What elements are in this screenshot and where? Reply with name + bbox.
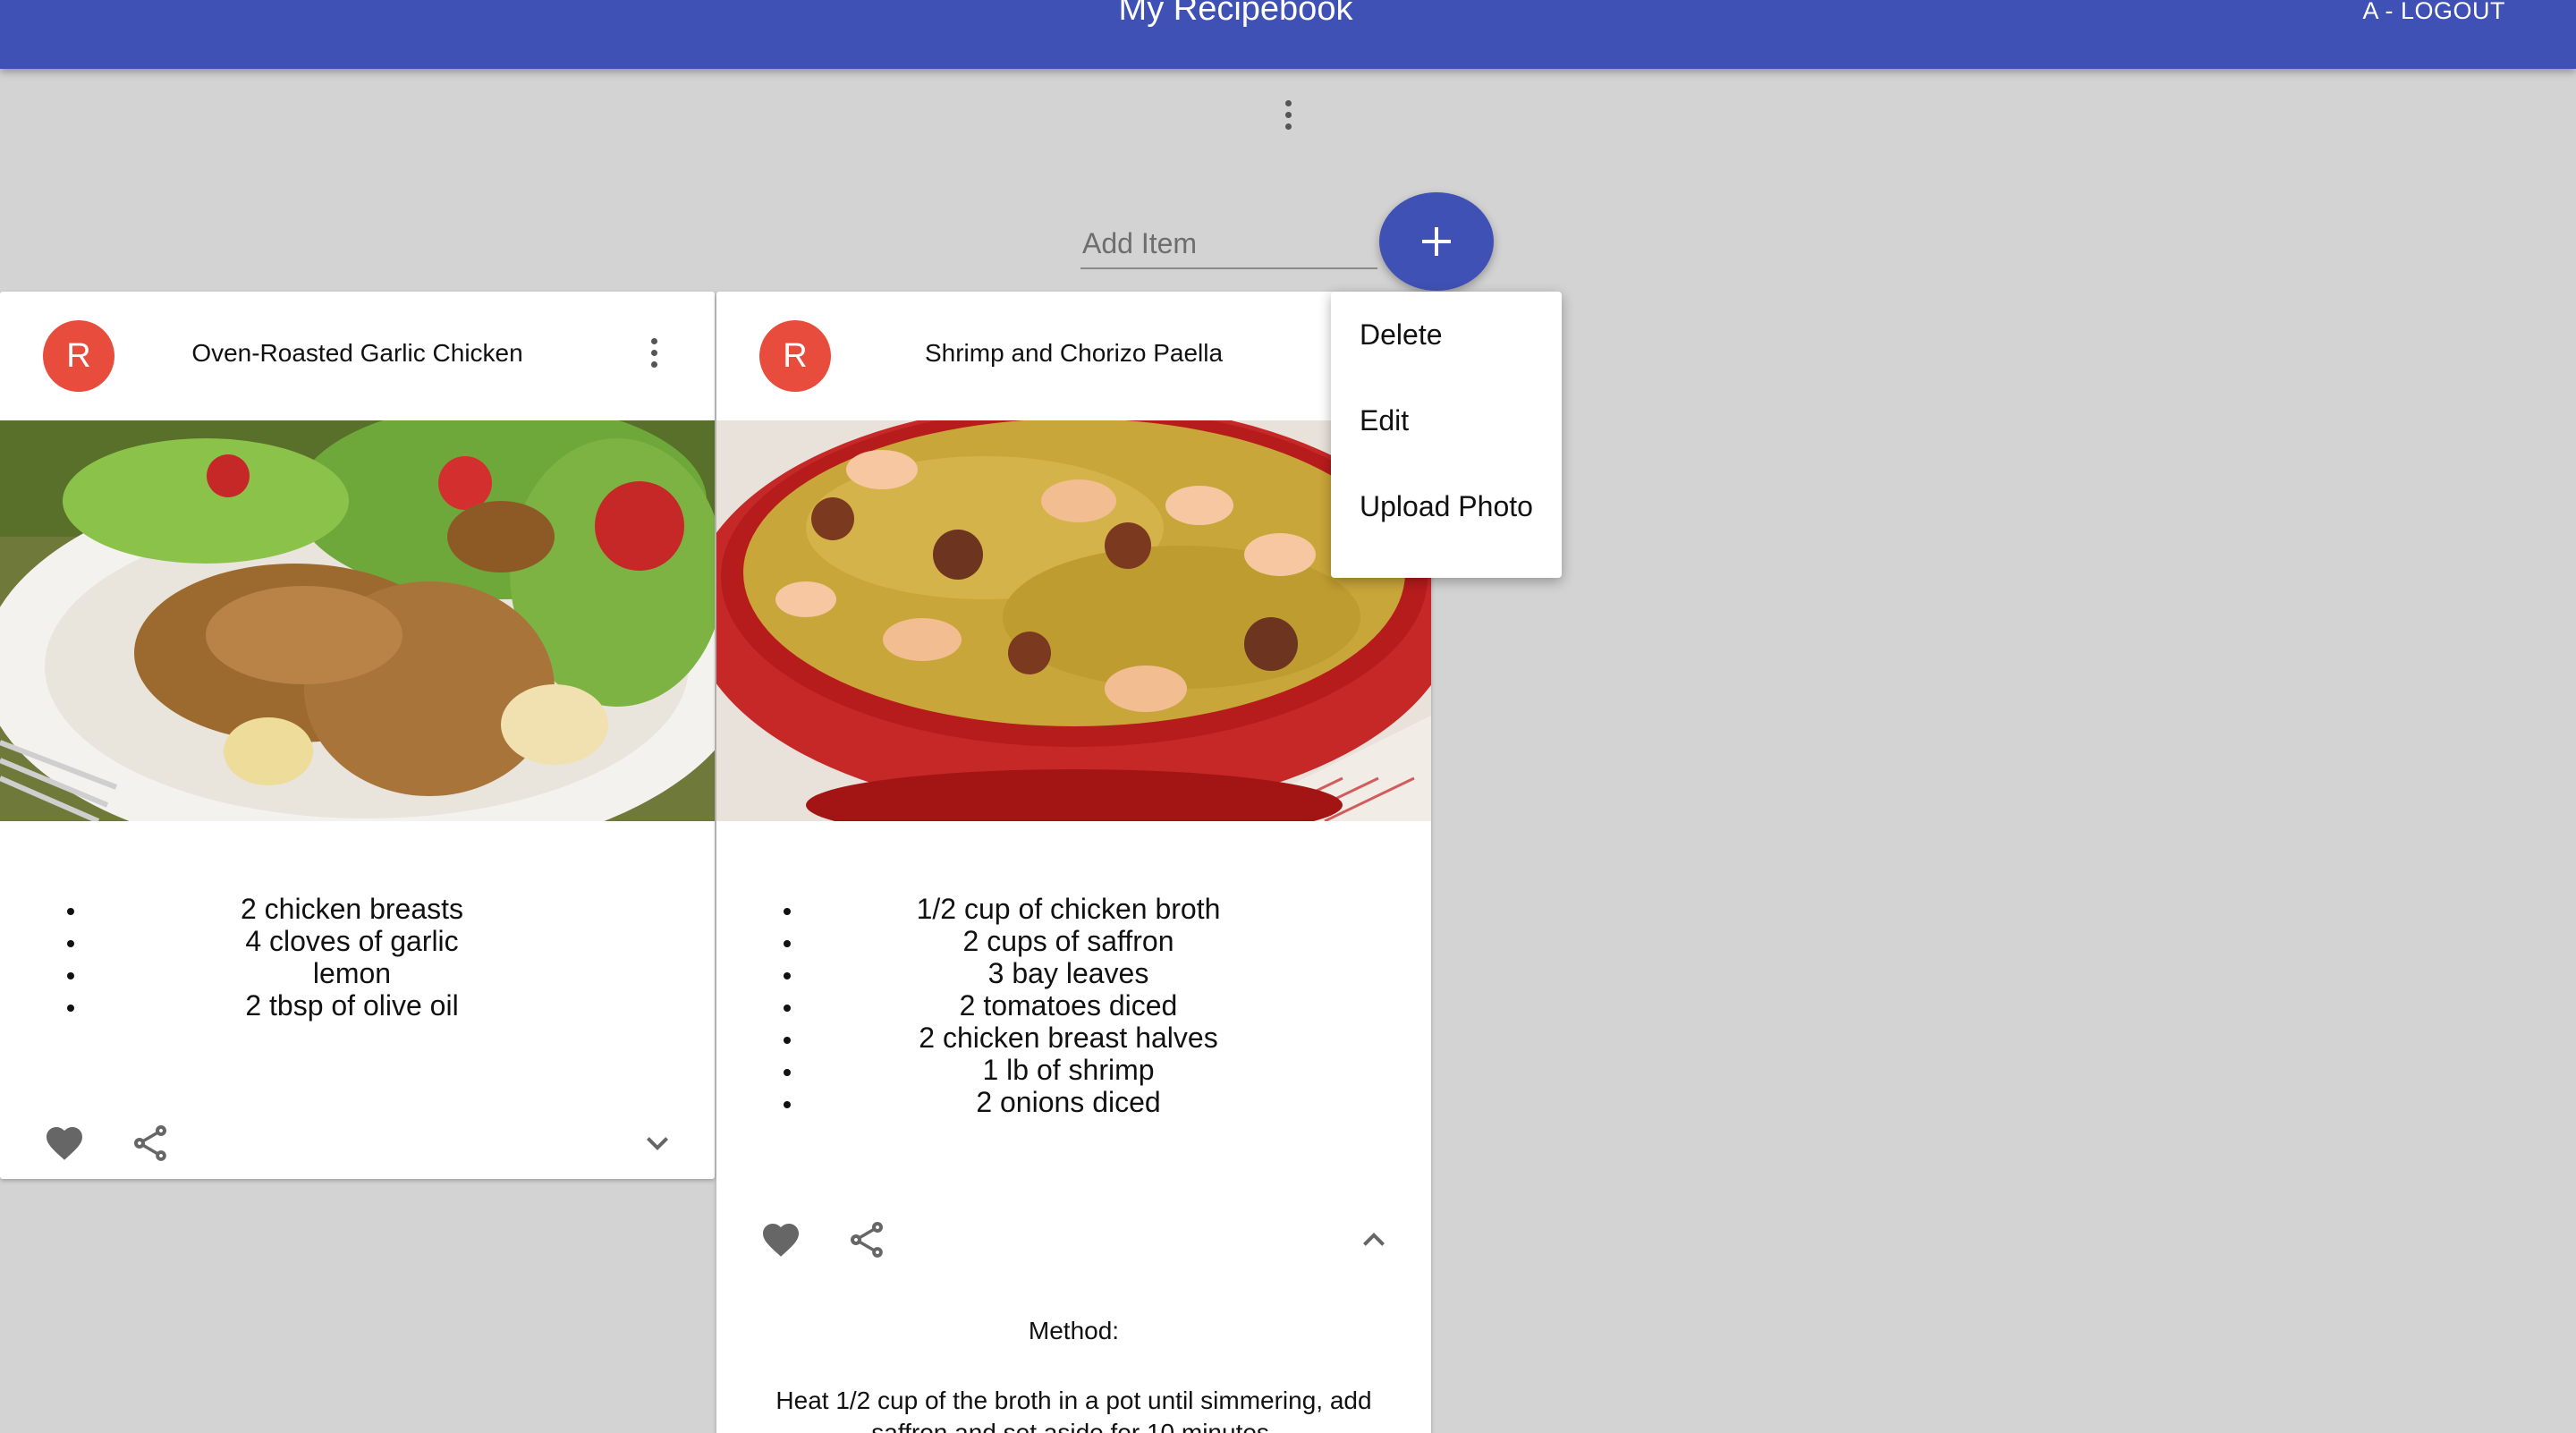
ingredient-item: 1 lb of shrimp [804,1054,1431,1086]
card-actions [0,1104,715,1179]
page-more-vert-icon[interactable] [1270,95,1306,134]
app-bar: My Recipebook A - LOGOUT [0,0,2576,69]
ingredient-item: 1/2 cup of chicken broth [804,893,1431,925]
ingredient-item: 2 cups of saffron [804,925,1431,957]
ingredient-item: 2 tomatoes diced [804,989,1431,1022]
favorite-heart-icon[interactable] [43,1122,86,1165]
share-icon[interactable] [845,1218,888,1261]
ingredient-item: 2 onions diced [804,1086,1431,1118]
menu-item-upload-photo[interactable]: Upload Photo [1331,483,1562,569]
roasted-chicken-photo [0,420,715,821]
expand-more-icon[interactable] [636,1122,679,1165]
paella-pan-photo [716,420,1431,821]
share-icon[interactable] [129,1122,172,1165]
method-text: Heat 1/2 cup of the broth in a pot until… [775,1386,1372,1433]
add-item-input[interactable] [1080,219,1377,269]
menu-item-delete[interactable]: Delete [1331,311,1562,397]
ingredient-item: 4 cloves of garlic [88,925,715,957]
ingredients-list: 1/2 cup of chicken broth 2 cups of saffr… [716,893,1431,1118]
recipe-card-garlic-chicken: R Oven-Roasted Garlic Chicken • 2 chicke… [0,292,715,1179]
add-item-field [1080,219,1377,269]
add-item-button[interactable] [1379,192,1494,291]
avatar: R [43,320,114,392]
recipe-title: Shrimp and Chorizo Paella [924,339,1224,367]
recipebook-page: My Recipebook A - LOGOUT R Oven-Roasted … [0,0,2576,1433]
method-label: Method: [1028,1317,1120,1344]
favorite-heart-icon[interactable] [759,1218,802,1261]
ingredient-item: 3 bay leaves [804,957,1431,989]
logout-button[interactable]: A - LOGOUT [2362,0,2505,25]
ingredient-item: 2 tbsp of olive oil [88,989,715,1022]
card-header: R Oven-Roasted Garlic Chicken [0,292,715,420]
avatar: R [759,320,831,392]
more-vert-icon[interactable] [638,333,670,372]
card-actions [716,1200,1431,1281]
card-header: R Shrimp and Chorizo Paella [716,292,1431,420]
app-title: My Recipebook [1118,0,1353,28]
ingredient-item: 2 chicken breasts [88,893,715,925]
recipe-title: Oven-Roasted Garlic Chicken [191,339,523,367]
menu-item-edit[interactable]: Edit [1331,397,1562,483]
ingredients-list: 2 chicken breasts 4 cloves of garlic lem… [0,893,715,1022]
plus-icon [1422,227,1451,256]
recipe-card-paella: R Shrimp and Chorizo Paella • 1/2 cup of… [716,292,1431,1433]
ingredient-item: 2 chicken breast halves [804,1022,1431,1054]
card-options-menu: Delete Edit Upload Photo [1331,292,1562,578]
ingredient-item: lemon [88,957,715,989]
expand-less-icon[interactable] [1352,1218,1395,1261]
